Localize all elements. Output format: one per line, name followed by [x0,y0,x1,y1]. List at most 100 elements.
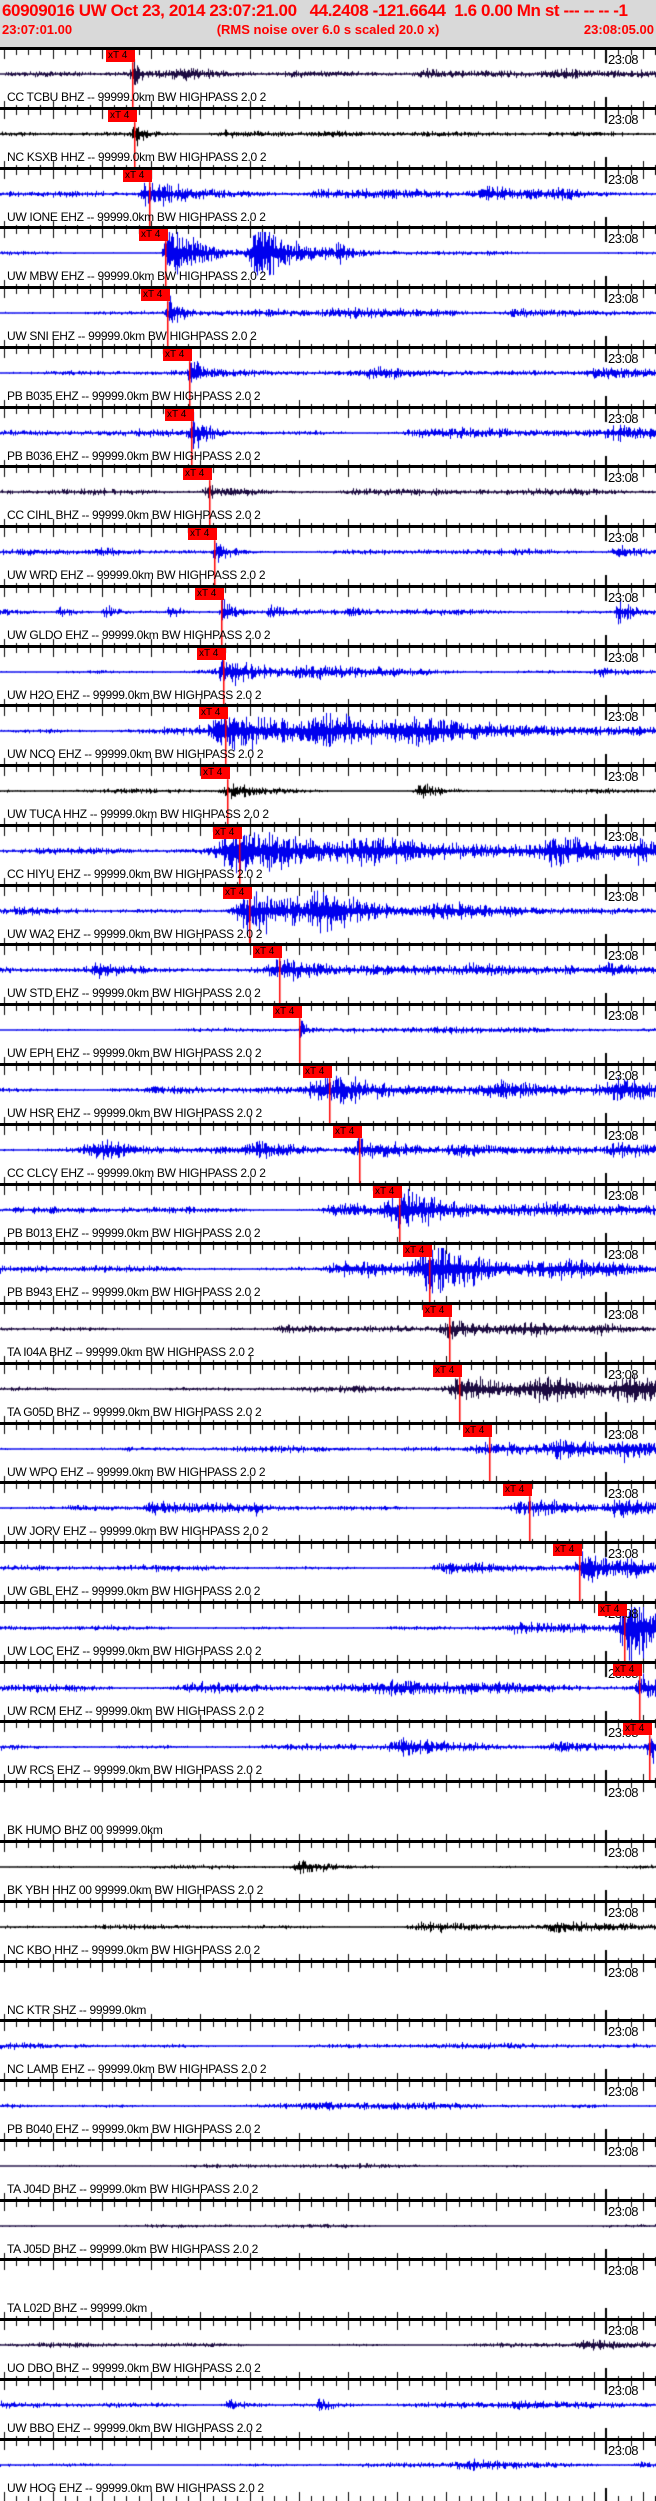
trace-label: PB B036 EHZ -- 99999.0km BW HIGHPASS 2.0… [7,448,261,463]
pick-flag[interactable]: xT 4 [623,1723,652,1736]
trace-row[interactable]: 23:08 UW TUCA HHZ -- 99999.0km BW HIGHPAS… [0,764,656,828]
trace-label: NC KTR SHZ -- 99999.0km [7,2002,147,2017]
pick-flag[interactable]: xT 4 [201,767,230,780]
trace-row[interactable]: 23:08 NC KSXB HHZ -- 99999.0km BW HIGHPAS… [0,106,656,170]
trace-row[interactable]: 23:08 BK HUMO BHZ 00 99999.0km [0,1780,656,1844]
pick-flag[interactable]: xT 4 [188,528,217,541]
trace-row[interactable]: 23:08 CC CLCV EHZ -- 99999.0km BW HIGHPAS… [0,1122,656,1186]
minute-timestamp: 23:08 [608,171,639,187]
pick-flag[interactable]: xT 4 [403,1245,432,1258]
pick-flag[interactable]: xT 4 [613,1663,642,1676]
trace-label: TA J04D BHZ -- 99999.0km BW HIGHPASS 2.0… [7,2181,259,2196]
trace-row[interactable]: 23:08 NC KTR SHZ -- 99999.0km [0,1959,656,2023]
trace-row[interactable]: 23:08 UO DBO BHZ -- 99999.0km BW HIGHPASS… [0,2318,656,2382]
trace-row[interactable]: 23:08 UW H2O EHZ -- 99999.0km BW HIGHPASS… [0,644,656,708]
pick-flag[interactable]: xT 4 [253,946,282,959]
trace-row[interactable]: 23:08 UW HOG EHZ -- 99999.0km BW HIGHPASS… [0,2437,656,2501]
trace-label: UW H2O EHZ -- 99999.0km BW HIGHPASS 2.0 … [7,687,262,702]
pick-flag[interactable]: xT 4 [213,826,242,839]
trace-row[interactable]: 23:08 UW NCO EHZ -- 99999.0km BW HIGHPASS… [0,704,656,768]
trace-label: NC KBO HHZ -- 99999.0km BW HIGHPASS 2.0 … [7,1942,260,1957]
trace-row[interactable]: 23:08 NC KBO HHZ -- 99999.0km BW HIGHPASS… [0,1899,656,1963]
pick-flag[interactable]: xT 4 [106,50,135,62]
minute-timestamp: 23:08 [608,828,639,844]
trace-row[interactable]: 23:08 TA I04A BHZ -- 99999.0km BW HIGHPAS… [0,1302,656,1366]
minute-timestamp: 23:08 [608,2442,639,2458]
trace-row[interactable]: 23:08UW LOC EHZ -- 99999.0km BW HIGHPASS… [0,1600,656,1664]
pick-flag[interactable]: xT 4 [333,1125,362,1138]
trace-row[interactable]: 23:08 UW BBO EHZ -- 99999.0km BW HIGHPASS… [0,2377,656,2441]
pick-flag[interactable]: xT 4 [165,408,194,421]
trace-label: PB B013 EHZ -- 99999.0km BW HIGHPASS 2.0… [7,1225,261,1240]
trace-row[interactable]: 23:08 PB B035 EHZ -- 99999.0km BW HIGHPAS… [0,345,656,409]
trace-row[interactable]: 23:08UW RCS EHZ -- 99999.0km BW HIGHPASS… [0,1720,656,1784]
trace-row[interactable]: 23:08 PB B943 EHZ -- 99999.0km BW HIGHPAS… [0,1242,656,1306]
pick-flag[interactable]: xT 4 [183,468,212,481]
trace-row[interactable]: 23:08 PB B036 EHZ -- 99999.0km BW HIGHPAS… [0,405,656,469]
trace-label: CC TCBU BHZ -- 99999.0km BW HIGHPASS 2.0… [7,90,267,104]
minute-timestamp: 23:08 [608,2382,639,2398]
pick-flag[interactable]: xT 4 [423,1305,452,1318]
pick-flag[interactable]: xT 4 [273,1006,302,1019]
pick-flag[interactable]: xT 4 [553,1544,582,1557]
trace-row[interactable]: 23:08 UW IONE EHZ -- 99999.0km BW HIGHPAS… [0,166,656,230]
trace-row[interactable]: 23:08 UW WPO EHZ -- 99999.0km BW HIGHPASS… [0,1421,656,1485]
trace-label: TA G05D BHZ -- 99999.0km BW HIGHPASS 2.0… [7,1404,262,1419]
pick-flag[interactable]: xT 4 [598,1603,627,1616]
trace-row[interactable]: 23:08 UW JORV EHZ -- 99999.0km BW HIGHPAS… [0,1481,656,1545]
trace-row[interactable]: 23:08 TA J05D BHZ -- 99999.0km BW HIGHPAS… [0,2198,656,2262]
pick-flag[interactable]: xT 4 [373,1185,402,1198]
trace-row[interactable]: 23:08 CC CIHL BHZ -- 99999.0km BW HIGHPAS… [0,465,656,529]
pick-flag[interactable]: xT 4 [463,1424,492,1437]
trace-row[interactable]: 23:08 UW SNI EHZ -- 99999.0km BW HIGHPASS… [0,286,656,350]
trace-row[interactable]: 23:08 TA J04D BHZ -- 99999.0km BW HIGHPAS… [0,2138,656,2202]
pick-flag[interactable]: xT 4 [197,647,226,660]
trace-label: UW MBW EHZ -- 99999.0km BW HIGHPASS 2.0 … [7,269,266,284]
trace-row[interactable]: 23:08 TA L02D BHZ -- 99999.0km [0,2258,656,2322]
trace-row[interactable]: 23:08 UW HSR EHZ -- 99999.0km BW HIGHPASS… [0,1063,656,1127]
pick-flag[interactable]: xT 4 [503,1484,532,1497]
trace-label: CC CIHL BHZ -- 99999.0km BW HIGHPASS 2.0… [7,508,261,523]
pick-flag[interactable]: xT 4 [199,707,228,720]
pick-flag[interactable]: xT 4 [141,289,170,302]
pick-flag[interactable]: xT 4 [303,1066,332,1079]
trace-label: CC CLCV EHZ -- 99999.0km BW HIGHPASS 2.0… [7,1165,266,1180]
trace-row[interactable]: 23:08 CC HIYU EHZ -- 99999.0km BW HIGHPAS… [0,823,656,887]
pick-flag[interactable]: xT 4 [223,886,252,899]
pick-flag[interactable]: xT 4 [139,229,168,242]
trace-row[interactable]: 23:08 UW GLDO EHZ -- 99999.0km BW HIGHPAS… [0,584,656,648]
trace-row[interactable]: 23:08 UW MBW EHZ -- 99999.0km BW HIGHPASS… [0,226,656,290]
minute-timestamp: 23:08 [608,2084,639,2100]
trace-row[interactable]: 23:08 TA G05D BHZ -- 99999.0km BW HIGHPAS… [0,1361,656,1425]
trace-row[interactable]: 23:08 PB B040 EHZ -- 99999.0km BW HIGHPAS… [0,2079,656,2143]
pick-flag[interactable]: xT 4 [195,587,224,600]
minute-timestamp: 23:08 [608,1904,639,1920]
pick-flag[interactable]: xT 4 [163,348,192,361]
pick-flag[interactable]: xT 4 [123,169,152,182]
trace-row[interactable]: 23:08 UW WA2 EHZ -- 99999.0km BW HIGHPASS… [0,883,656,947]
trace-row[interactable]: 23:08 BK YBH HHZ 00 99999.0km BW HIGHPASS… [0,1839,656,1903]
minute-timestamp: 23:08 [608,52,639,67]
trace-row[interactable]: 23:08 UW STD EHZ -- 99999.0km BW HIGHPASS… [0,943,656,1007]
trace-label: UW WA2 EHZ -- 99999.0km BW HIGHPASS 2.0 … [7,926,263,941]
pick-flag[interactable]: xT 4 [433,1364,462,1377]
minute-timestamp: 23:08 [608,291,639,307]
trace-row[interactable]: 23:08 UW WRD EHZ -- 99999.0km BW HIGHPASS… [0,525,656,589]
minute-timestamp: 23:08 [608,948,639,964]
trace-row[interactable]: 23:08UW RCM EHZ -- 99999.0km BW HIGHPASS… [0,1660,656,1724]
trace-list: 23:08 CC TCBU BHZ -- 99999.0km BW HIGHPAS… [0,47,656,2501]
event-summary-line: 60909016 UW Oct 23, 2014 23:07:21.00 44.… [2,1,628,20]
minute-timestamp: 23:08 [608,2024,639,2040]
trace-row[interactable]: 23:08 NC LAMB EHZ -- 99999.0km BW HIGHPAS… [0,2019,656,2083]
trace-label: BK YBH HHZ 00 99999.0km BW HIGHPASS 2.0 … [7,1882,264,1897]
trace-row[interactable]: 23:08 UW EPH EHZ -- 99999.0km BW HIGHPASS… [0,1003,656,1067]
minute-timestamp: 23:08 [608,350,639,366]
trace-label: UW WPO EHZ -- 99999.0km BW HIGHPASS 2.0 … [7,1464,266,1479]
trace-row[interactable]: 23:08 PB B013 EHZ -- 99999.0km BW HIGHPAS… [0,1182,656,1246]
trace-row[interactable]: 23:08 UW GBL EHZ -- 99999.0km BW HIGHPASS… [0,1541,656,1605]
trace-label: TA L02D BHZ -- 99999.0km [7,2301,147,2316]
trace-label: PB B040 EHZ -- 99999.0km BW HIGHPASS 2.0… [7,2122,261,2137]
pick-flag[interactable]: xT 4 [108,109,137,122]
minute-timestamp: 23:08 [608,1426,639,1442]
trace-row[interactable]: 23:08 CC TCBU BHZ -- 99999.0km BW HIGHPAS… [0,47,656,110]
